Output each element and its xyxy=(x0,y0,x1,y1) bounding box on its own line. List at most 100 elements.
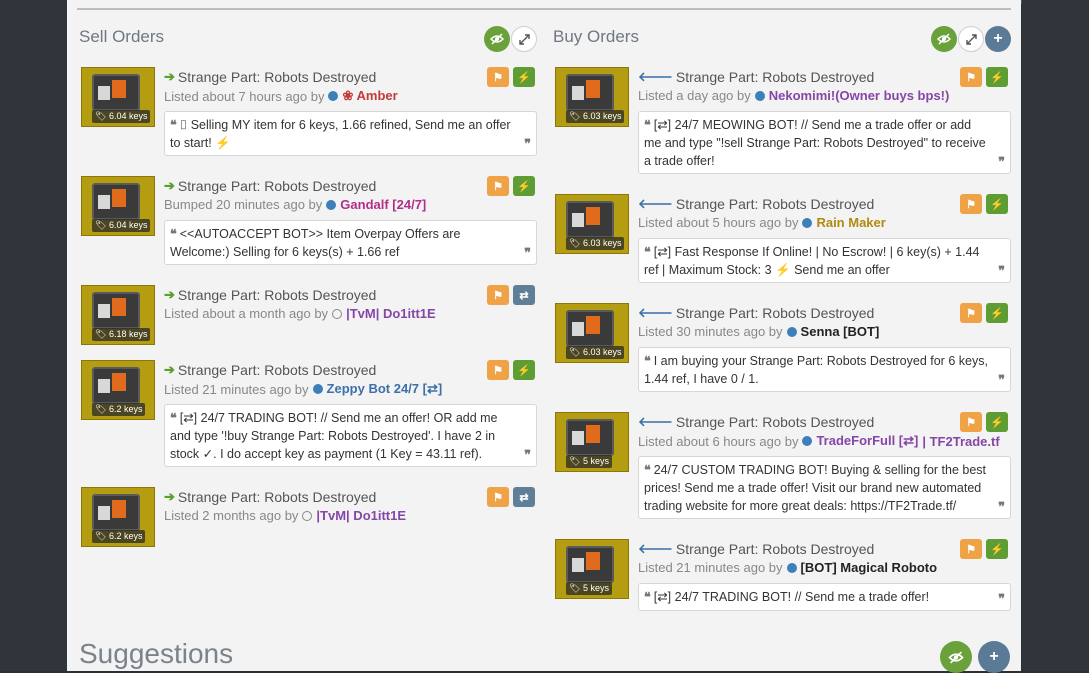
user-link[interactable]: |TvM| Do1itt1E xyxy=(346,306,436,321)
user-link[interactable]: [BOT] Magical Roboto xyxy=(801,560,938,575)
listing-comment: ❝ I am buying your Strange Part: Robots D… xyxy=(638,347,1011,392)
report-button[interactable]: ⚑ xyxy=(960,539,982,559)
arrow-left-icon: 🡐 xyxy=(638,69,673,84)
item-name[interactable]: 🡐 Strange Part: Robots Destroyed xyxy=(638,412,874,432)
item-name[interactable]: 🡐 Strange Part: Robots Destroyed xyxy=(638,194,874,214)
listing-comment: ❝ [⇄] 24/7 MEOWING BOT! // Send me a trad… xyxy=(638,111,1011,174)
item-name[interactable]: ➔ Strange Part: Robots Destroyed xyxy=(164,360,376,380)
hide-buy-button[interactable] xyxy=(931,26,957,52)
instant-trade-button[interactable]: ⚡ xyxy=(513,176,535,196)
report-button[interactable]: ⚑ xyxy=(960,194,982,214)
quote-open-icon: ❝ xyxy=(644,353,651,368)
add-suggestion-button[interactable]: + xyxy=(978,641,1010,673)
flag-icon: ⚑ xyxy=(966,416,976,429)
buy-orders-title: Buy Orders xyxy=(553,27,639,46)
quote-close-icon: ❞ xyxy=(524,245,531,260)
suggestions-title: Suggestions xyxy=(79,638,234,669)
expand-buy-button[interactable] xyxy=(958,26,984,52)
price-tag: 🏷 6.2 keys xyxy=(92,403,146,416)
arrow-left-icon: 🡐 xyxy=(638,305,673,320)
report-button[interactable]: ⚑ xyxy=(487,176,509,196)
report-button[interactable]: ⚑ xyxy=(960,412,982,432)
user-link[interactable]: Nekomimi!(Owner buys bps!) xyxy=(769,88,950,103)
flag-icon: ⚑ xyxy=(493,180,503,193)
expand-icon xyxy=(965,33,977,45)
user-link[interactable]: |TvM| Do1itt1E xyxy=(316,508,406,523)
item-thumbnail[interactable]: 🏷 6.04 keys xyxy=(81,67,155,127)
listing-meta: Listed 21 minutes ago by [BOT] Magical Ro… xyxy=(638,560,938,575)
buy-listing: 🏷 5 keys 🡐 Strange Part: Robots Destroyed… xyxy=(555,539,1011,613)
item-thumbnail[interactable]: 🏷 5 keys xyxy=(555,539,629,599)
user-link[interactable]: Rain Maker xyxy=(816,215,885,230)
eye-slash-icon xyxy=(948,651,964,663)
bolt-icon: ⚡ xyxy=(990,543,1004,556)
user-link[interactable]: Gandalf [24/7] xyxy=(340,197,426,212)
item-name[interactable]: ➔ Strange Part: Robots Destroyed xyxy=(164,487,376,507)
instant-trade-button[interactable]: ⚡ xyxy=(986,412,1008,432)
item-thumbnail[interactable]: 🏷 6.18 keys xyxy=(81,285,155,345)
price-tag: 🏷 6.18 keys xyxy=(92,328,151,341)
item-name[interactable]: 🡐 Strange Part: Robots Destroyed xyxy=(638,539,874,559)
item-name[interactable]: ➔ Strange Part: Robots Destroyed xyxy=(164,285,376,305)
item-thumbnail[interactable]: 🏷 6.2 keys xyxy=(81,360,155,420)
listing-comment: ❝ [⇄] 24/7 TRADING BOT! // Send me a trad… xyxy=(638,583,1011,611)
report-button[interactable]: ⚑ xyxy=(960,303,982,323)
trade-button[interactable]: ⇄ xyxy=(513,285,535,305)
trade-button[interactable]: ⇄ xyxy=(513,487,535,507)
instant-trade-button[interactable]: ⚡ xyxy=(986,539,1008,559)
price-tag: 🏷 6.04 keys xyxy=(92,110,151,123)
instant-trade-button[interactable]: ⚡ xyxy=(986,67,1008,87)
user-link[interactable]: ❀ Amber xyxy=(342,88,397,104)
quote-open-icon: ❝ xyxy=(644,117,651,132)
quote-open-icon: ❝ xyxy=(644,462,651,477)
item-thumbnail[interactable]: 🏷 6.04 keys xyxy=(81,176,155,236)
listing-meta: Listed about 6 hours ago by TradeForFull … xyxy=(638,433,1000,449)
quote-close-icon: ❞ xyxy=(998,499,1005,514)
item-thumbnail[interactable]: 🏷 6.03 keys xyxy=(555,303,629,363)
listing-meta: Listed 30 minutes ago by Senna [BOT] xyxy=(638,324,880,339)
listing-meta: Listed a day ago by Nekomimi!(Owner buys … xyxy=(638,88,950,103)
listing-meta: Listed 2 months ago by |TvM| Do1itt1E xyxy=(164,508,407,523)
plus-icon: + xyxy=(993,30,1003,47)
quote-close-icon: ❞ xyxy=(998,372,1005,387)
item-name[interactable]: 🡐 Strange Part: Robots Destroyed xyxy=(638,67,874,87)
eye-slash-icon xyxy=(490,33,504,45)
quote-close-icon: ❞ xyxy=(524,447,531,462)
report-button[interactable]: ⚑ xyxy=(487,67,509,87)
instant-trade-button[interactable]: ⚡ xyxy=(513,360,535,380)
price-tag: 🏷 6.04 keys xyxy=(92,219,151,232)
listing-comment: ❝ <<AUTOACCEPT BOT>> Item Overpay Offers … xyxy=(164,220,537,265)
price-tag: 🏷 5 keys xyxy=(566,582,612,595)
instant-trade-button[interactable]: ⚡ xyxy=(986,303,1008,323)
user-link[interactable]: TradeForFull [⇄] xyxy=(816,433,918,449)
instant-trade-button[interactable]: ⚡ xyxy=(513,67,535,87)
user-link[interactable]: Senna [BOT] xyxy=(801,324,880,339)
quote-open-icon: ❝ xyxy=(170,226,177,241)
item-name[interactable]: 🡐 Strange Part: Robots Destroyed xyxy=(638,303,874,323)
item-thumbnail[interactable]: 🏷 6.2 keys xyxy=(81,487,155,547)
item-thumbnail[interactable]: 🏷 5 keys xyxy=(555,412,629,472)
report-button[interactable]: ⚑ xyxy=(487,285,509,305)
report-button[interactable]: ⚑ xyxy=(960,67,982,87)
listing-meta: Bumped 20 minutes ago by Gandalf [24/7] xyxy=(164,197,427,212)
item-thumbnail[interactable]: 🏷 6.03 keys xyxy=(555,67,629,127)
instant-trade-button[interactable]: ⚡ xyxy=(986,194,1008,214)
user-site-link[interactable]: | TF2Trade.tf xyxy=(922,434,999,449)
user-link[interactable]: Zeppy Bot 24/7 [⇄] xyxy=(327,381,443,397)
arrow-left-icon: 🡐 xyxy=(638,541,673,556)
item-thumbnail[interactable]: 🏷 6.03 keys xyxy=(555,194,629,254)
quote-close-icon: ❞ xyxy=(524,136,531,151)
report-button[interactable]: ⚑ xyxy=(487,487,509,507)
item-name[interactable]: ➔ Strange Part: Robots Destroyed xyxy=(164,176,376,196)
expand-icon xyxy=(518,33,530,45)
expand-sell-button[interactable] xyxy=(511,26,537,52)
arrow-right-icon: ➔ xyxy=(164,489,175,504)
report-button[interactable]: ⚑ xyxy=(487,360,509,380)
hide-suggestions-button[interactable] xyxy=(940,641,972,673)
arrow-right-icon: ➔ xyxy=(164,178,175,193)
add-buy-order-button[interactable]: + xyxy=(985,26,1011,52)
hide-sell-button[interactable] xyxy=(484,26,510,52)
arrow-right-icon: ➔ xyxy=(164,69,175,84)
item-name[interactable]: ➔ Strange Part: Robots Destroyed xyxy=(164,67,376,87)
flag-icon: ⚑ xyxy=(966,71,976,84)
